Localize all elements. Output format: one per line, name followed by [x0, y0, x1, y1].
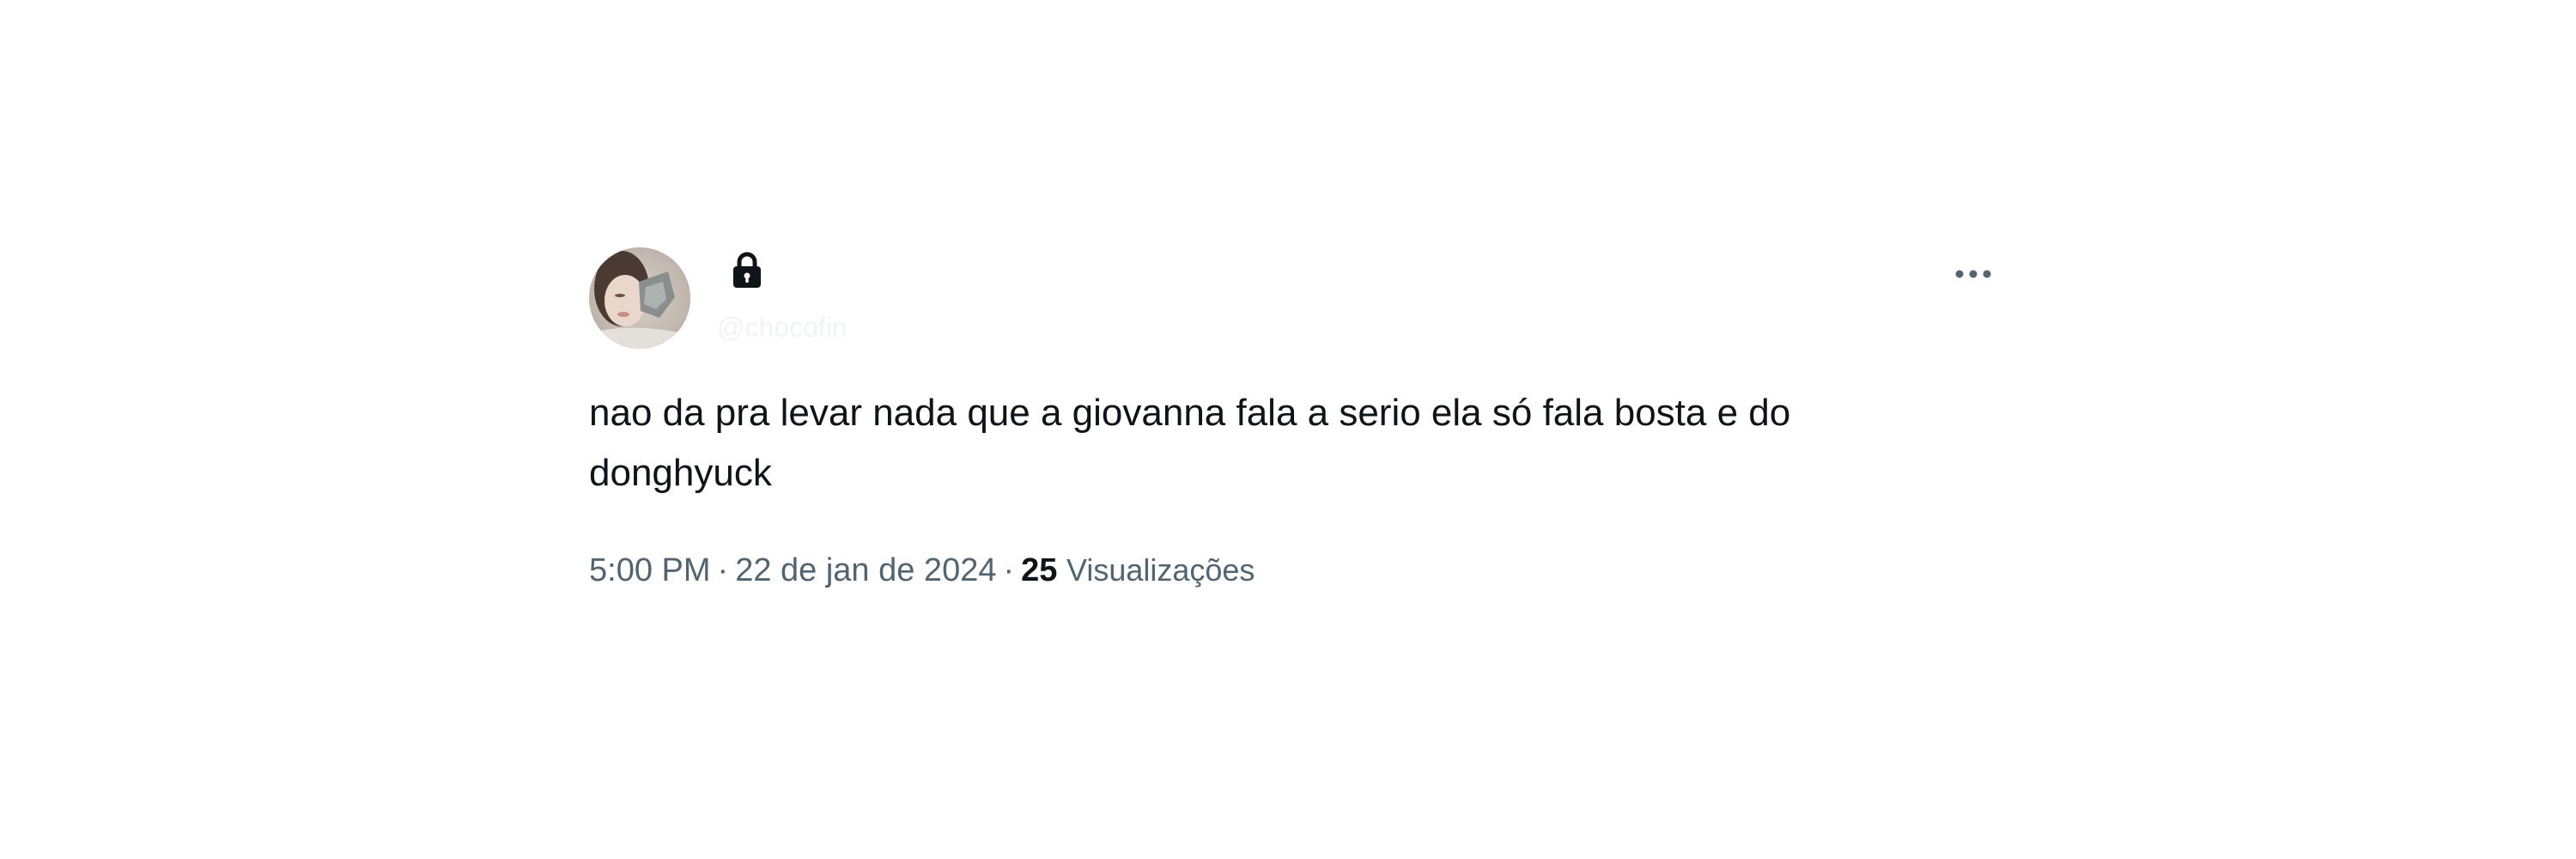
tweet-date[interactable]: 22 de jan de 2024 — [735, 552, 996, 588]
avatar[interactable] — [589, 247, 690, 349]
more-options-button[interactable] — [1949, 255, 1997, 293]
views-label[interactable]: Visualizações — [1066, 552, 1255, 588]
more-options-icon — [1955, 270, 1991, 278]
tweet-text-line: donghyuck — [589, 452, 772, 494]
tweet-meta: 5:00 PM · 22 de jan de 2024 · 25 Visualizaçõ… — [589, 550, 1255, 591]
tweet: @chocofin nao da pra levar nada que a gi… — [0, 0, 2576, 859]
tweet-text: nao da pra levar nada que a giovanna fal… — [589, 383, 1997, 503]
lock-icon — [731, 252, 763, 289]
user-handle[interactable]: @chocofin — [717, 312, 848, 344]
tweet-text-line: nao da pra levar nada que a giovanna fal… — [589, 392, 1791, 434]
avatar-image — [589, 247, 690, 349]
tweet-time[interactable]: 5:00 PM — [589, 552, 711, 588]
meta-separator: · — [1003, 552, 1015, 588]
meta-separator: · — [717, 552, 729, 588]
views-count: 25 — [1021, 552, 1058, 588]
